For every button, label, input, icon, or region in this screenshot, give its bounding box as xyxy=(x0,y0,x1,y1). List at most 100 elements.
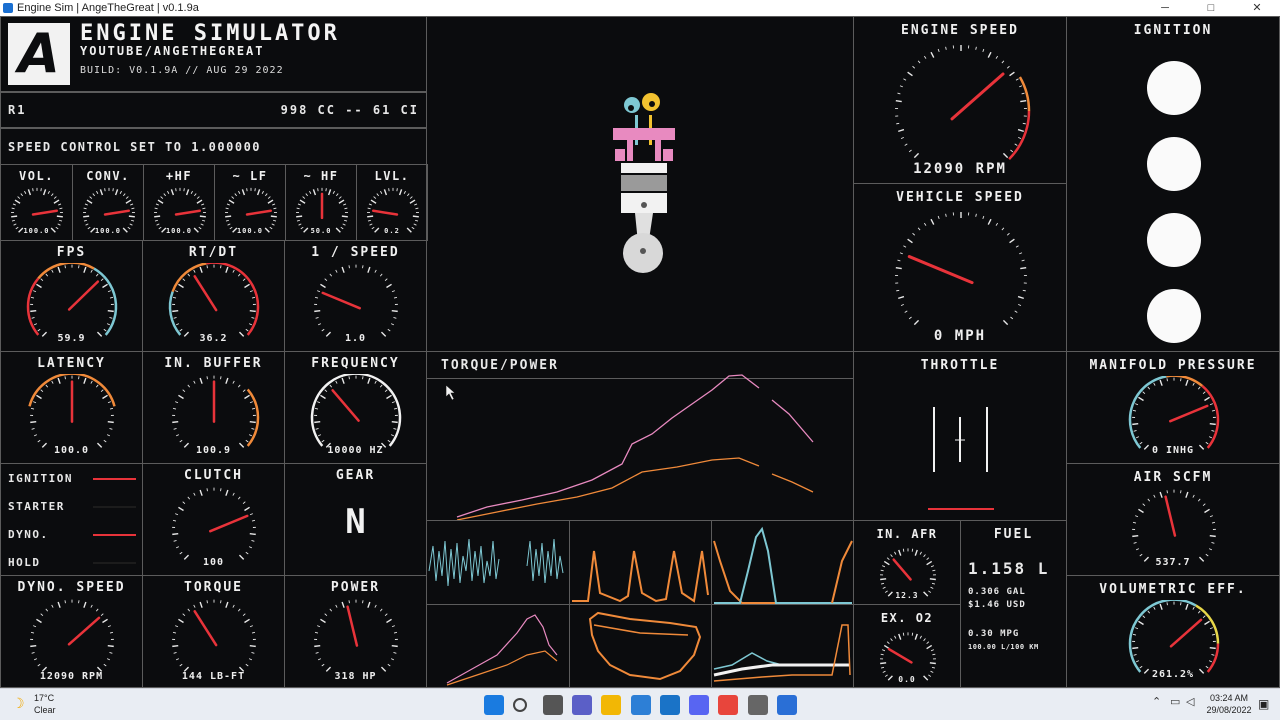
discord-icon[interactable] xyxy=(689,695,710,715)
gauge-tick xyxy=(154,215,161,218)
speed-control-panel: SPEED CONTROL SET TO 1.000000 xyxy=(0,128,427,165)
gauge-tick xyxy=(1015,78,1019,81)
gauge-tick xyxy=(193,492,196,496)
latency-label: LATENCY xyxy=(37,356,106,371)
status-label: HOLD xyxy=(8,556,41,569)
gauge-tick xyxy=(1139,441,1143,445)
gauge-tick xyxy=(251,428,255,430)
gauge-needle xyxy=(209,514,249,533)
gauge-tick xyxy=(57,377,61,384)
gauge-tick xyxy=(83,377,87,384)
gauge-tick xyxy=(261,190,264,194)
gauge-tick xyxy=(1209,403,1213,406)
network-icon[interactable]: ▭ xyxy=(1170,695,1180,708)
engine-render xyxy=(613,93,675,273)
gauge-tick xyxy=(384,613,388,617)
gauge-tick xyxy=(1132,535,1139,538)
gauge-needle xyxy=(31,209,59,216)
gauge-tick xyxy=(83,207,87,210)
gauge-tick xyxy=(911,548,914,552)
file-explorer-icon[interactable] xyxy=(601,695,622,715)
gauge-tick xyxy=(317,290,321,293)
gauge-tick xyxy=(348,376,350,380)
task-view-icon[interactable] xyxy=(542,695,563,715)
dyno-speed-gauge xyxy=(30,599,114,672)
gauge-tick xyxy=(409,196,413,199)
vehicle-speed-panel: VEHICLE SPEED 0 MPH xyxy=(853,183,1067,352)
clock[interactable]: 03:24 AM 29/08/2022 xyxy=(1206,693,1252,715)
gauge-tick xyxy=(296,215,303,218)
volumetric-eff-panel: VOLUMETRIC EFF. 261.2% xyxy=(1066,575,1280,688)
gauge-tick xyxy=(179,663,183,667)
maximize-button[interactable]: □ xyxy=(1188,0,1234,16)
gauge-tick xyxy=(64,376,66,380)
gauge-tick xyxy=(1135,436,1140,439)
minimize-button[interactable]: ─ xyxy=(1142,0,1188,16)
gauge-tick xyxy=(206,600,208,604)
mail-icon[interactable] xyxy=(659,695,680,715)
gauge-tick xyxy=(1166,602,1168,606)
gauge-tick xyxy=(179,439,183,443)
gauge-tick xyxy=(1133,430,1137,432)
settings-icon[interactable] xyxy=(747,695,768,715)
gauge-needle xyxy=(1164,495,1177,537)
engine-sim-icon[interactable] xyxy=(777,695,797,715)
clutch-gauge xyxy=(172,487,256,560)
gauge-tick xyxy=(1018,136,1022,140)
gauge-tick xyxy=(1153,494,1156,498)
clock-time: 03:24 AM xyxy=(1209,693,1249,703)
gauge-tick xyxy=(324,278,328,282)
status-label: DYNO. xyxy=(8,528,49,541)
gauge-tick xyxy=(1205,441,1209,445)
gauge-tick xyxy=(182,501,186,505)
store-icon[interactable] xyxy=(630,695,651,715)
gauge-tick xyxy=(237,496,241,500)
windows-start-icon[interactable] xyxy=(484,695,504,715)
gauge-tick xyxy=(362,265,364,269)
gauge-tick xyxy=(1135,548,1140,551)
gauge-tick xyxy=(880,653,884,656)
gauge-tick xyxy=(225,215,232,218)
fuel-panel: FUEL 1.158 L 0.306 GAL $1.46 USD 0.30 MP… xyxy=(960,520,1067,688)
gauge-tick xyxy=(335,193,339,197)
rtdt-value: 36.2 xyxy=(199,333,228,344)
gauge-tick xyxy=(199,377,203,384)
chrome-icon[interactable] xyxy=(718,695,739,715)
gauge-tick xyxy=(379,608,383,612)
close-button[interactable]: ✕ xyxy=(1234,0,1280,16)
gauge-tick xyxy=(396,188,398,192)
gauge-tick xyxy=(245,328,249,332)
gauge-tick xyxy=(314,421,321,424)
search-icon[interactable] xyxy=(513,698,528,712)
gauge-tick xyxy=(246,188,248,192)
gauge-tick xyxy=(157,199,164,204)
gauge-tick xyxy=(1139,553,1143,557)
gauge-tick xyxy=(172,519,177,522)
gauge-tick xyxy=(338,196,342,199)
gauge-tick xyxy=(175,658,180,661)
gauge-tick xyxy=(102,283,108,289)
gauge-tick xyxy=(1204,396,1210,402)
gauge-tick xyxy=(882,586,886,589)
gauge-tick xyxy=(1142,391,1146,395)
gauge-tick xyxy=(1014,143,1018,146)
gauge-tick xyxy=(33,401,37,404)
chevron-up-icon[interactable]: ⌃ xyxy=(1152,695,1161,708)
gauge-tick xyxy=(1009,238,1015,244)
gauge-tick xyxy=(267,199,274,204)
gauge-tick xyxy=(332,190,335,194)
notification-icon[interactable]: ▣ xyxy=(1258,697,1269,711)
gear-panel: GEAR N xyxy=(284,463,427,576)
gauge-tick xyxy=(167,190,170,194)
gauge-needle xyxy=(321,291,361,310)
gauge-tick xyxy=(393,296,398,299)
gauge-tick xyxy=(341,601,345,608)
gauge-tick xyxy=(36,283,42,289)
gauge-tick xyxy=(182,613,186,617)
volume-icon[interactable]: ◁ xyxy=(1186,695,1194,708)
gauge-tick xyxy=(114,189,119,196)
power-curve xyxy=(456,374,814,518)
teams-icon[interactable] xyxy=(571,695,592,715)
gauge-tick xyxy=(393,428,397,430)
gauge-tick xyxy=(982,48,985,53)
